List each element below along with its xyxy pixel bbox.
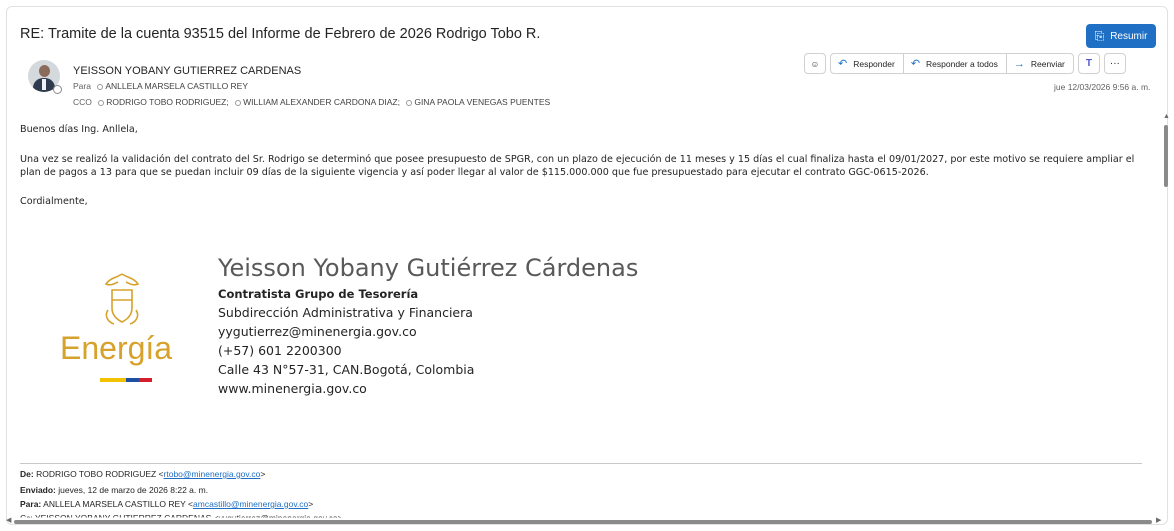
reply-all-label: Responder a todos [926, 58, 998, 69]
from-label: De: [20, 469, 34, 479]
quoted-to: Para: ANLLELA MARSELA CASTILLO REY <amca… [20, 499, 314, 509]
summarize-button[interactable]: ⎘ Resumir [1086, 24, 1156, 48]
recipient-to[interactable]: ANLLELA MARSELA CASTILLO REY [105, 81, 248, 91]
teams-button[interactable]: T [1077, 53, 1100, 74]
sender-name[interactable]: YEISSON YOBANY GUTIERREZ CARDENAS [73, 65, 301, 77]
presence-dot-icon [406, 100, 413, 106]
scrollbar-thumb[interactable] [1164, 125, 1168, 187]
recipients-to: Para ANLLELA MARSELA CASTILLO REY [73, 81, 248, 91]
body-paragraph: Una vez se realizó la validación del con… [20, 154, 1135, 178]
emoji-icon: ☺ [810, 58, 820, 69]
forward-icon: → [1013, 57, 1025, 70]
quoted-sent: Enviado: jueves, 12 de marzo de 2026 8:2… [20, 485, 208, 495]
recipient-cc[interactable]: GINA PAOLA VENEGAS PUENTES [414, 97, 550, 107]
recipient-cc[interactable]: RODRIGO TOBO RODRIGUEZ; [106, 97, 228, 107]
teams-icon: T [1085, 58, 1092, 69]
presence-dot-icon [235, 100, 242, 106]
summarize-icon: ⎘ [1094, 28, 1105, 43]
to-email-link[interactable]: amcastillo@minenergia.gov.co [193, 499, 308, 509]
quoted-divider [20, 463, 1142, 464]
logo-text: Energía [60, 330, 173, 366]
presence-dot-icon [97, 84, 104, 90]
from-name: RODRIGO TOBO RODRIGUEZ < [36, 469, 164, 479]
body-greeting: Buenos días Ing. Anllela, [20, 124, 138, 135]
quoted-from: De: RODRIGO TOBO RODRIGUEZ <rtobo@minene… [20, 469, 266, 479]
more-icon: ··· [1109, 58, 1120, 69]
forward-label: Reenviar [1030, 58, 1065, 69]
signature-email[interactable]: yygutierrez@minenergia.gov.co [218, 324, 638, 339]
message-subject: RE: Tramite de la cuenta 93515 del Infor… [20, 26, 541, 42]
summarize-label: Resumir [1110, 30, 1148, 42]
coat-of-arms-icon [104, 273, 140, 325]
recipient-cc[interactable]: WILLIAM ALEXANDER CARDONA DIAZ; [243, 97, 400, 107]
signature-name: Yeisson Yobany Gutiérrez Cárdenas [218, 254, 639, 282]
recipients-cc: CCO RODRIGO TOBO RODRIGUEZ; WILLIAM ALEX… [73, 97, 550, 107]
cc-label: CCO [73, 97, 92, 107]
to-label: Para [73, 81, 91, 91]
scroll-right-icon[interactable]: ▶ [1156, 516, 1161, 524]
signature: Yeisson Yobany Gutiérrez Cárdenas Contra… [218, 254, 638, 396]
reply-icon: ↶ [838, 58, 848, 70]
reply-group: ↶ Responder ↶ Responder a todos → Reenviar [830, 53, 1074, 74]
reply-all-button[interactable]: ↶ Responder a todos [904, 54, 1007, 73]
reply-label: Responder [853, 58, 895, 69]
presence-dot-icon [98, 100, 105, 106]
to-label: Para: [20, 499, 42, 509]
vertical-scrollbar[interactable]: ▲ [1163, 113, 1170, 518]
forward-button[interactable]: → Reenviar [1007, 54, 1073, 73]
signature-website[interactable]: www.minenergia.gov.co [218, 381, 638, 396]
signature-phone: (+57) 601 2200300 [218, 343, 342, 358]
signature-department: Subdirección Administrativa y Financiera [218, 305, 473, 320]
message-date: jue 12/03/2026 9:56 a. m. [1054, 82, 1151, 92]
horizontal-scrollbar[interactable]: ◀ ▶ [6, 516, 1166, 525]
reply-all-icon: ↶ [910, 58, 921, 70]
scroll-left-icon[interactable]: ◀ [6, 516, 11, 524]
flag-stripe [100, 378, 152, 382]
sent-label: Enviado: [20, 485, 56, 495]
presence-status-icon [53, 85, 62, 94]
signature-role: Contratista Grupo de Tesorería [218, 287, 419, 301]
scrollbar-thumb[interactable] [14, 520, 1152, 524]
scroll-up-icon[interactable]: ▲ [1163, 113, 1170, 120]
sent-value: jueves, 12 de marzo de 2026 8:22 a. m. [58, 485, 209, 495]
reply-button[interactable]: ↶ Responder [831, 54, 904, 73]
to-name: ANLLELA MARSELA CASTILLO REY < [43, 499, 194, 509]
message-actions: ☺ ↶ Responder ↶ Responder a todos → Reenvia… [804, 53, 1126, 74]
reaction-button[interactable]: ☺ [804, 53, 826, 74]
signature-address: Calle 43 N°57-31, CAN.Bogotá, Colombia [218, 362, 475, 377]
body-closing: Cordialmente, [20, 196, 88, 207]
more-actions-button[interactable]: ··· [1103, 53, 1126, 74]
ministry-logo: Energía [60, 270, 196, 390]
from-email-link[interactable]: rtobo@minenergia.gov.co [164, 469, 261, 479]
